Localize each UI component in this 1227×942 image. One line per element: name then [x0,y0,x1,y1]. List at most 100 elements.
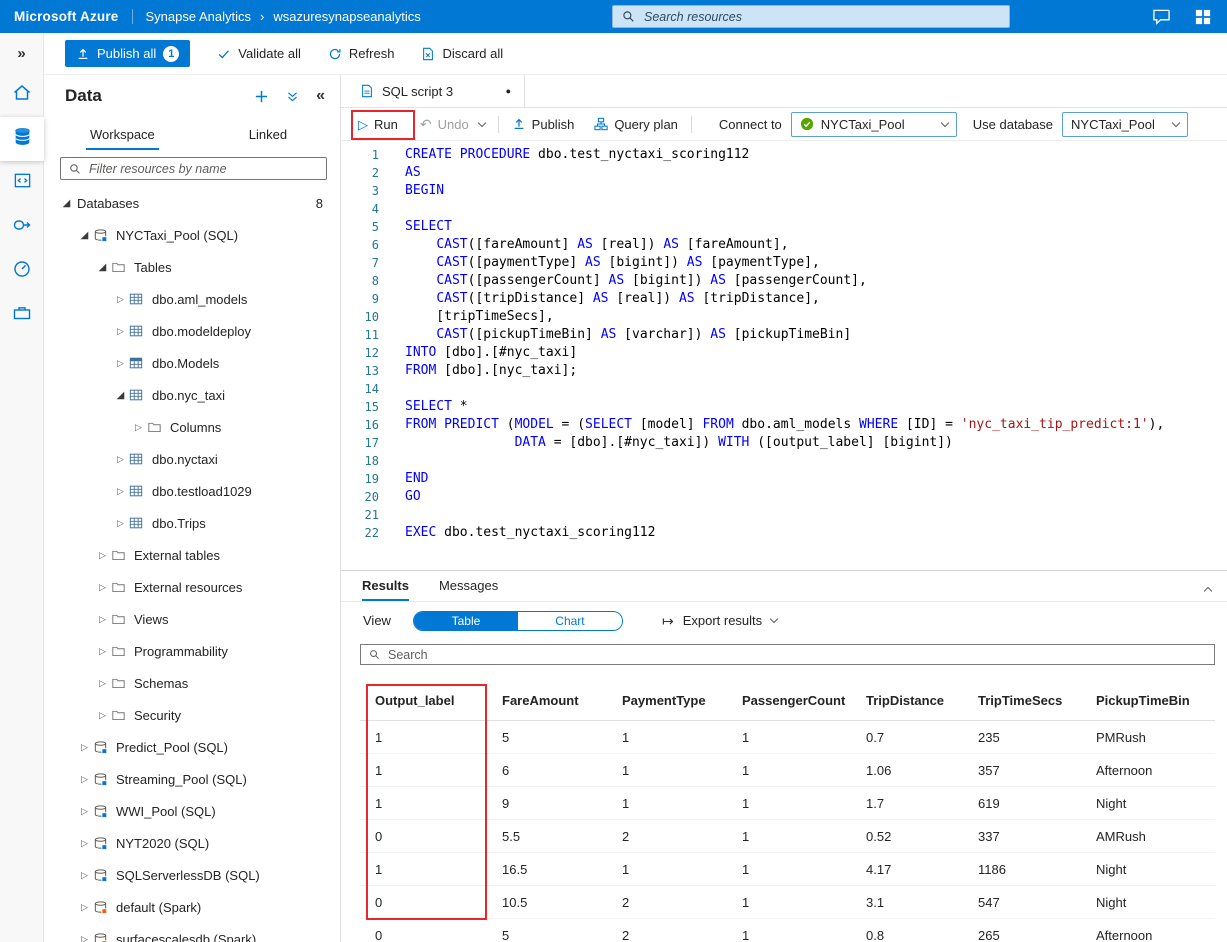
code-line[interactable]: 21 [341,506,1227,524]
expand-toggle-icon[interactable]: ▷ [112,358,129,369]
breadcrumb-item-workspace[interactable]: wsazuresynapseanalytics [273,9,420,24]
run-button[interactable]: ▷ Run [358,117,398,132]
expand-toggle-icon[interactable]: ▷ [76,806,93,817]
code-line[interactable]: 9 CAST([tripDistance] AS [real]) AS [tri… [341,290,1227,308]
collapse-panel-icon[interactable]: « [316,87,325,105]
nav-monitor[interactable] [0,249,44,293]
table-row[interactable]: 1 5 1 1 0.7 235 PMRush [360,721,1215,754]
expand-toggle-icon[interactable]: ▷ [76,870,93,881]
resource-search[interactable] [612,5,1010,28]
tree-item[interactable]: ◢ NYCTaxi_Pool (SQL) [44,219,340,251]
sql-code-editor[interactable]: 1 CREATE PROCEDURE dbo.test_nyctaxi_scori… [341,141,1227,570]
breadcrumb-item-service[interactable]: Synapse Analytics [146,9,252,24]
nav-data[interactable] [0,117,44,161]
tree-item[interactable]: ▷ Security [44,699,340,731]
connect-to-dropdown[interactable]: NYCTaxi_Pool [790,111,957,137]
expand-toggle-icon[interactable]: ▷ [94,646,111,657]
column-header[interactable]: PaymentType [607,682,727,721]
apps-grid-icon[interactable] [1195,9,1211,25]
expand-toggle-icon[interactable]: ▷ [94,550,111,561]
code-line[interactable]: 16 FROM PREDICT (MODEL = (SELECT [model] … [341,416,1227,434]
tree-item[interactable]: ▷ dbo.modeldeploy [44,315,340,347]
nav-home[interactable] [0,73,44,117]
tree-item[interactable]: ▷ dbo.aml_models [44,283,340,315]
code-line[interactable]: 15 SELECT * [341,398,1227,416]
code-line[interactable]: 20 GO [341,488,1227,506]
code-line[interactable]: 10 [tripTimeSecs], [341,308,1227,326]
code-line[interactable]: 4 [341,200,1227,218]
expand-toggle-icon[interactable]: ▷ [112,326,129,337]
column-header[interactable]: PickupTimeBin [1081,682,1215,721]
tree-item[interactable]: ▷ Schemas [44,667,340,699]
expand-toggle-icon[interactable]: ◢ [76,230,93,241]
expand-toggle-icon[interactable]: ▷ [76,774,93,785]
undo-button[interactable]: ↶ Undo [420,117,469,132]
expand-toggle-icon[interactable]: ▷ [112,518,129,529]
expand-nav-icon[interactable]: » [0,33,43,73]
expand-toggle-icon[interactable]: ▷ [94,614,111,625]
column-header[interactable]: TripDistance [851,682,963,721]
expand-toggle-icon[interactable]: ▷ [112,294,129,305]
tree-item[interactable]: ◢ Tables [44,251,340,283]
expand-toggle-icon[interactable]: ▷ [112,454,129,465]
code-line[interactable]: 18 [341,452,1227,470]
tab-messages[interactable]: Messages [439,578,498,601]
view-toggle-table[interactable]: Table [413,611,518,630]
tree-item[interactable]: ▷ Predict_Pool (SQL) [44,731,340,763]
tree-item[interactable]: ▷ External resources [44,571,340,603]
expand-toggle-icon[interactable]: ▷ [94,678,111,689]
code-line[interactable]: 7 CAST([paymentType] AS [bigint]) AS [pa… [341,254,1227,272]
table-row[interactable]: 1 16.5 1 1 4.17 1186 Night [360,853,1215,886]
table-row[interactable]: 0 10.5 2 1 3.1 547 Night [360,886,1215,919]
validate-all-button[interactable]: Validate all [217,46,301,61]
filter-resources-input[interactable] [87,160,318,177]
nav-develop[interactable] [0,161,44,205]
tab-workspace[interactable]: Workspace [86,117,159,151]
code-line[interactable]: 17 DATA = [dbo].[#nyc_taxi]) WITH ([outp… [341,434,1227,452]
tree-item[interactable]: ▷ dbo.testload1029 [44,475,340,507]
results-search-wrap[interactable] [360,644,1215,665]
tree-item[interactable]: ▷ dbo.nyctaxi [44,443,340,475]
filter-resources-input-wrap[interactable] [60,157,327,180]
code-line[interactable]: 1 CREATE PROCEDURE dbo.test_nyctaxi_scori… [341,146,1227,164]
column-header[interactable]: PassengerCount [727,682,851,721]
tab-linked[interactable]: Linked [247,117,289,151]
code-line[interactable]: 22 EXEC dbo.test_nyctaxi_scoring112 [341,524,1227,542]
tree-item[interactable]: ▷ Views [44,603,340,635]
expand-toggle-icon[interactable]: ▷ [94,582,111,593]
code-line[interactable]: 13 FROM [dbo].[nyc_taxi]; [341,362,1227,380]
tree-item[interactable]: ▷ Columns [44,411,340,443]
tab-results[interactable]: Results [362,578,409,601]
table-row[interactable]: 1 6 1 1 1.06 357 Afternoon [360,754,1215,787]
column-header[interactable]: TripTimeSecs [963,682,1081,721]
expand-toggle-icon[interactable]: ◢ [112,390,129,401]
expand-toggle-icon[interactable]: ◢ [94,262,111,273]
table-row[interactable]: 0 5.5 2 1 0.52 337 AMRush [360,820,1215,853]
azure-brand[interactable]: Microsoft Azure [14,9,119,24]
use-database-dropdown[interactable]: NYCTaxi_Pool [1062,111,1189,137]
tree-item[interactable]: ◢ Databases 8 [44,187,340,219]
tree-item[interactable]: ▷ SQLServerlessDB (SQL) [44,859,340,891]
code-line[interactable]: 3 BEGIN [341,182,1227,200]
expand-all-icon[interactable] [286,90,299,103]
expand-toggle-icon[interactable]: ▷ [76,902,93,913]
feedback-icon[interactable] [1152,8,1171,25]
code-line[interactable]: 5 SELECT [341,218,1227,236]
code-line[interactable]: 8 CAST([passengerCount] AS [bigint]) AS … [341,272,1227,290]
code-line[interactable]: 6 CAST([fareAmount] AS [real]) AS [fareA… [341,236,1227,254]
tree-item[interactable]: ▷ Streaming_Pool (SQL) [44,763,340,795]
undo-dropdown-chevron-icon[interactable] [477,118,486,127]
tree-item[interactable]: ◢ dbo.nyc_taxi [44,379,340,411]
code-line[interactable]: 11 CAST([pickupTimeBin] AS [varchar]) AS… [341,326,1227,344]
expand-toggle-icon[interactable]: ▷ [76,742,93,753]
table-row[interactable]: 0 5 2 1 0.8 265 Afternoon [360,919,1215,942]
expand-toggle-icon[interactable]: ▷ [76,934,93,942]
export-results-button[interactable]: ↦ Export results [662,613,779,628]
nav-manage[interactable] [0,293,44,337]
expand-toggle-icon[interactable]: ▷ [130,422,147,433]
expand-toggle-icon[interactable]: ▷ [76,838,93,849]
add-icon[interactable] [254,89,269,104]
nav-integrate[interactable] [0,205,44,249]
view-toggle-chart[interactable]: Chart [517,611,622,630]
expand-toggle-icon[interactable]: ▷ [94,710,111,721]
